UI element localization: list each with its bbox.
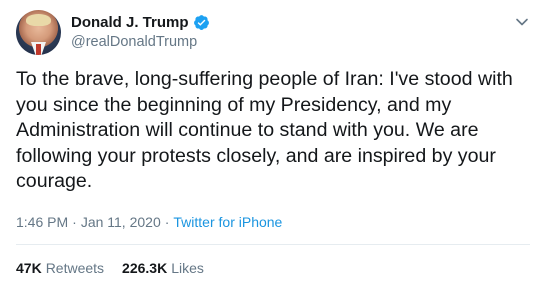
tweet-time[interactable]: 1:46 PM <box>16 213 68 231</box>
chevron-down-icon[interactable] <box>514 14 530 30</box>
meta-separator: · <box>72 214 77 230</box>
verified-badge-icon <box>193 15 209 30</box>
divider <box>16 244 530 245</box>
tweet-card: Donald J. Trump @realDonaldTrump To the … <box>0 0 546 287</box>
avatar[interactable] <box>16 10 61 55</box>
retweets-count: 47K <box>16 260 42 276</box>
tweet-stats: 47K Retweets 226.3K Likes <box>16 259 204 277</box>
name-row: Donald J. Trump <box>71 13 210 32</box>
avatar-tie <box>36 44 41 55</box>
meta-separator: · <box>164 214 170 230</box>
author-handle[interactable]: @realDonaldTrump <box>71 33 210 52</box>
avatar-hair <box>26 14 51 26</box>
likes-count: 226.3K <box>122 260 168 276</box>
tweet-text: To the brave, long-suffering people of I… <box>16 68 513 192</box>
tweet-meta: 1:46 PM · Jan 11, 2020 · Twitter for iPh… <box>16 213 282 231</box>
author-names: Donald J. Trump @realDonaldTrump <box>71 13 210 52</box>
tweet-date[interactable]: Jan 11, 2020 <box>81 213 161 231</box>
tweet-header: Donald J. Trump @realDonaldTrump <box>16 10 210 55</box>
author-display-name[interactable]: Donald J. Trump <box>71 13 189 32</box>
tweet-source-link[interactable]: Twitter for iPhone <box>173 213 282 231</box>
retweets-label: Retweets <box>45 260 105 276</box>
likes-stat[interactable]: 226.3K Likes <box>122 259 204 277</box>
likes-label: Likes <box>171 260 204 276</box>
retweets-stat[interactable]: 47K Retweets <box>16 259 104 277</box>
